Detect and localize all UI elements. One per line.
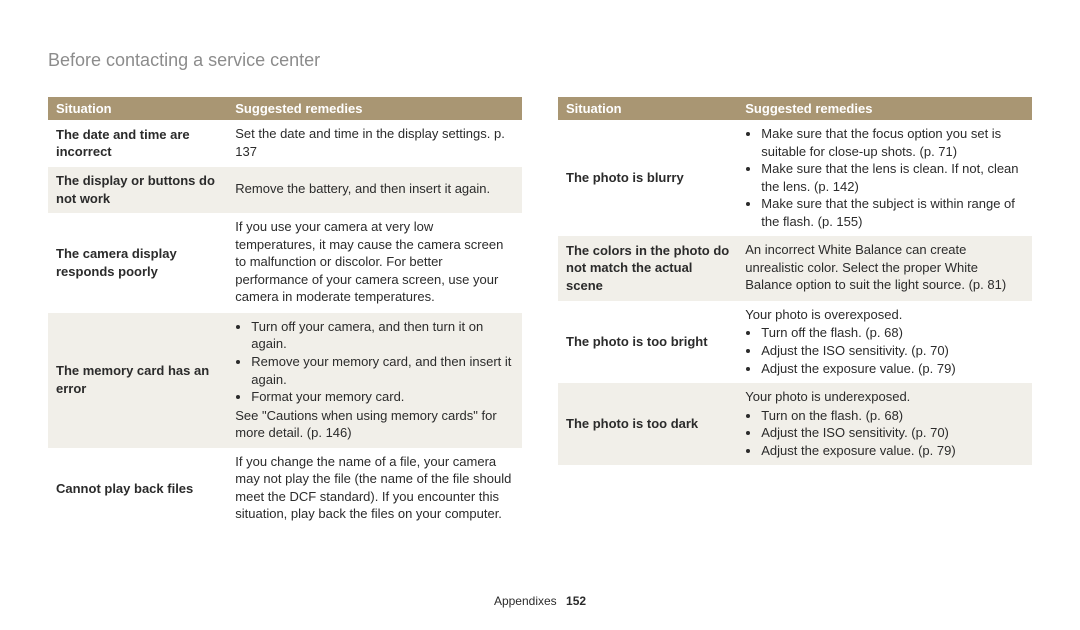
situation-cell: The memory card has an error (48, 313, 227, 448)
remedy-cell: Make sure that the focus option you set … (737, 120, 1032, 236)
remedy-cell: An incorrect White Balance can create un… (737, 236, 1032, 301)
situation-cell: The colors in the photo do not match the… (558, 236, 737, 301)
table-header-row: Situation Suggested remedies (48, 97, 522, 120)
remedy-cell: Set the date and time in the display set… (227, 120, 522, 167)
table-row: The camera display responds poorlyIf you… (48, 213, 522, 313)
remedy-cell: Remove the battery, and then insert it a… (227, 167, 522, 213)
remedy-intro: Set the date and time in the display set… (235, 125, 514, 160)
situation-cell: The camera display responds poorly (48, 213, 227, 313)
remedy-list-item: Turn off your camera, and then turn it o… (251, 318, 514, 353)
left-column: Situation Suggested remedies The date an… (48, 97, 522, 530)
situation-cell: The photo is too bright (558, 301, 737, 383)
header-situation: Situation (48, 97, 227, 120)
remedy-list-item: Make sure that the subject is within ran… (761, 195, 1024, 230)
remedy-intro: Remove the battery, and then insert it a… (235, 180, 514, 198)
left-table: Situation Suggested remedies The date an… (48, 97, 522, 530)
page-title: Before contacting a service center (48, 50, 1032, 71)
header-remedies: Suggested remedies (737, 97, 1032, 120)
remedy-cell: If you use your camera at very low tempe… (227, 213, 522, 313)
remedy-intro: If you change the name of a file, your c… (235, 453, 514, 523)
remedy-list: Turn off the flash. (p. 68)Adjust the IS… (745, 324, 1024, 377)
remedy-list-item: Adjust the ISO sensitivity. (p. 70) (761, 342, 1024, 360)
remedy-list-item: Turn off the flash. (p. 68) (761, 324, 1024, 342)
remedy-list-item: Make sure that the focus option you set … (761, 125, 1024, 160)
situation-cell: The date and time are incorrect (48, 120, 227, 167)
remedy-cell: Your photo is underexposed.Turn on the f… (737, 383, 1032, 465)
columns: Situation Suggested remedies The date an… (48, 97, 1032, 530)
footer-section: Appendixes (494, 594, 557, 608)
remedy-list: Make sure that the focus option you set … (745, 125, 1024, 230)
table-row: The display or buttons do not work Remove… (48, 167, 522, 213)
table-row: The colors in the photo do not match the… (558, 236, 1032, 301)
situation-cell: The photo is too dark (558, 383, 737, 465)
remedy-cell: Turn off your camera, and then turn it o… (227, 313, 522, 448)
remedy-intro: Your photo is overexposed. (745, 306, 1024, 324)
situation-cell: The display or buttons do not work (48, 167, 227, 213)
table-row: Cannot play back filesIf you change the … (48, 448, 522, 530)
remedy-intro: If you use your camera at very low tempe… (235, 218, 514, 306)
remedy-list-item: Turn on the flash. (p. 68) (761, 407, 1024, 425)
table-row: The photo is too brightYour photo is ove… (558, 301, 1032, 383)
remedy-list: Turn on the flash. (p. 68)Adjust the ISO… (745, 407, 1024, 460)
table-header-row: Situation Suggested remedies (558, 97, 1032, 120)
table-row: The date and time are incorrectSet the d… (48, 120, 522, 167)
header-remedies: Suggested remedies (227, 97, 522, 120)
remedy-cell: Your photo is overexposed.Turn off the f… (737, 301, 1032, 383)
situation-cell: Cannot play back files (48, 448, 227, 530)
remedy-list-item: Make sure that the lens is clean. If not… (761, 160, 1024, 195)
page: Before contacting a service center Situa… (0, 0, 1080, 530)
situation-cell: The photo is blurry (558, 120, 737, 236)
table-row: The memory card has an error Turn off you… (48, 313, 522, 448)
remedy-list-item: Adjust the exposure value. (p. 79) (761, 360, 1024, 378)
table-row: The photo is too darkYour photo is under… (558, 383, 1032, 465)
table-row: The photo is blurry Make sure that the fo… (558, 120, 1032, 236)
remedy-intro: Your photo is underexposed. (745, 388, 1024, 406)
remedy-list-item: Format your memory card. (251, 388, 514, 406)
right-column: Situation Suggested remedies The photo i… (558, 97, 1032, 530)
remedy-cell: If you change the name of a file, your c… (227, 448, 522, 530)
header-situation: Situation (558, 97, 737, 120)
remedy-outro: See "Cautions when using memory cards" f… (235, 407, 514, 442)
page-footer: Appendixes 152 (0, 594, 1080, 608)
remedy-list-item: Remove your memory card, and then insert… (251, 353, 514, 388)
remedy-list-item: Adjust the exposure value. (p. 79) (761, 442, 1024, 460)
remedy-intro: An incorrect White Balance can create un… (745, 241, 1024, 294)
footer-page-number: 152 (566, 594, 586, 608)
remedy-list: Turn off your camera, and then turn it o… (235, 318, 514, 406)
remedy-list-item: Adjust the ISO sensitivity. (p. 70) (761, 424, 1024, 442)
right-table: Situation Suggested remedies The photo i… (558, 97, 1032, 465)
